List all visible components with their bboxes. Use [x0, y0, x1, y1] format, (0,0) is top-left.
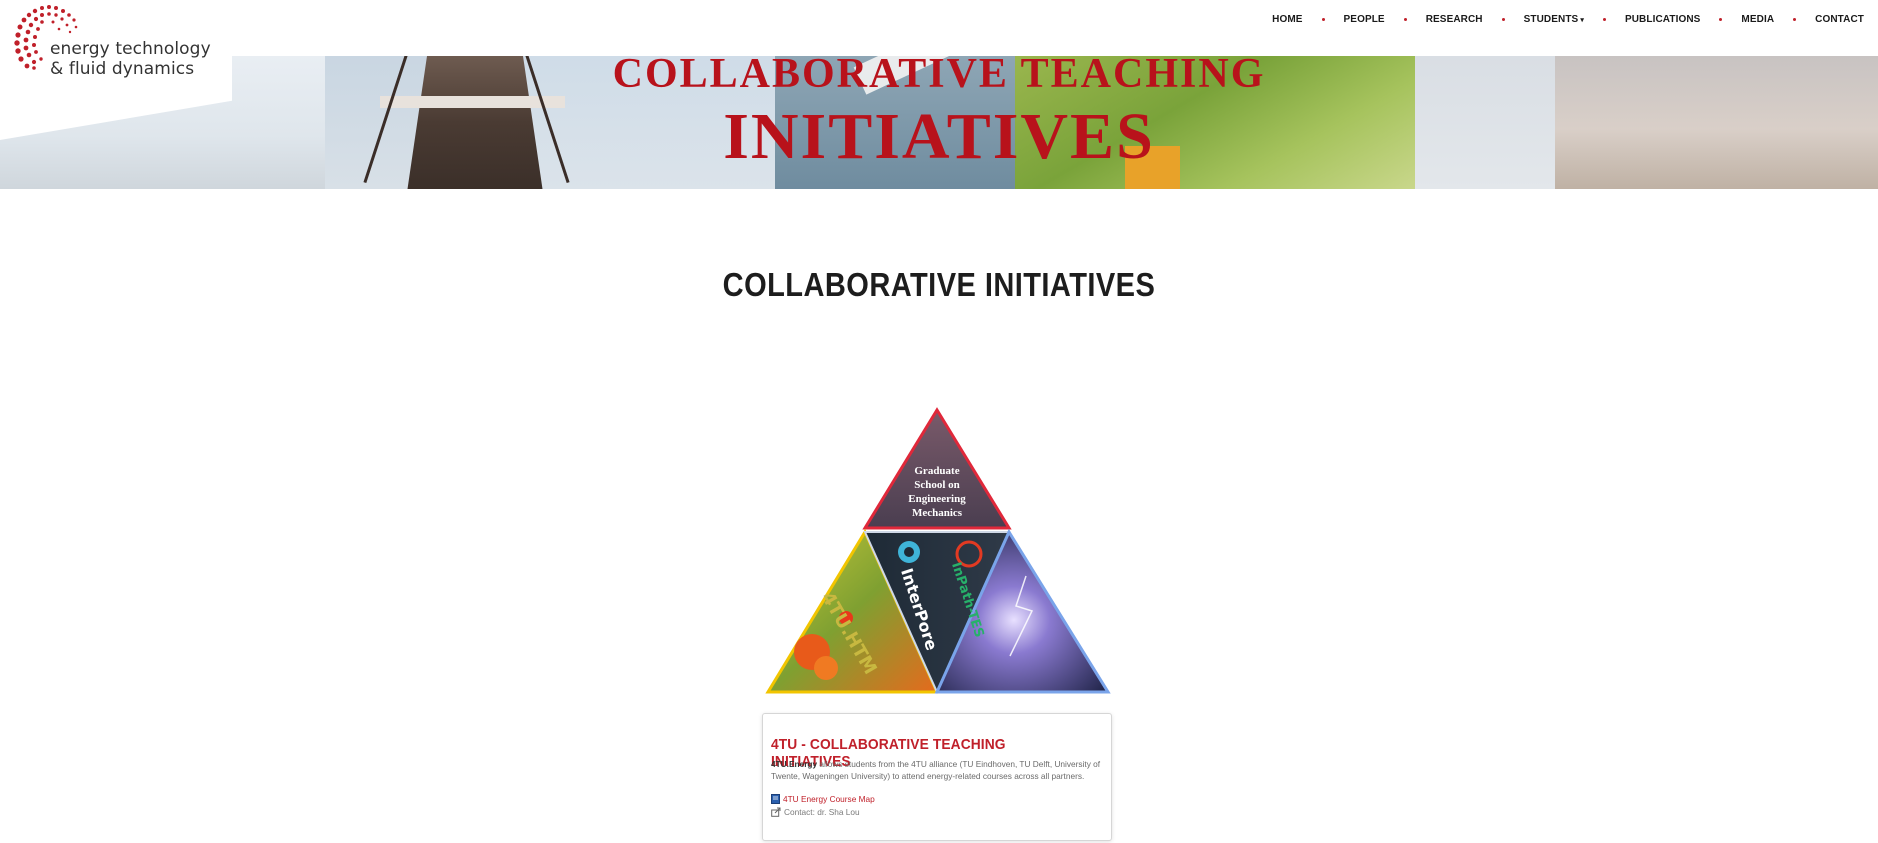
initiative-card: 4TU - COLLABORATIVE TEACHING INITIATIVES… — [762, 713, 1112, 841]
card-description-text: allows students from the 4TU alliance (T… — [771, 759, 1101, 781]
nav-research[interactable]: RESEARCH — [1424, 14, 1485, 25]
chevron-down-icon: ▾ — [1580, 16, 1584, 24]
interpore-logo-center — [904, 547, 914, 557]
nav-separator — [1719, 18, 1723, 21]
nav-media[interactable]: MEDIA — [1739, 14, 1776, 25]
card-contact-text: Contact: dr. Sha Lou — [784, 807, 860, 817]
book-icon — [771, 794, 780, 804]
nav-students[interactable]: STUDENTS ▾ — [1522, 14, 1586, 25]
triangle-top-label-4: Mechanics — [912, 507, 963, 519]
site-header — [0, 0, 1878, 56]
initiatives-triangle-graphic[interactable]: Graduate School on Engineering Mechanics… — [764, 406, 1114, 696]
triangle-top-label-1: Graduate — [914, 465, 959, 477]
logo-line-2: & fluid dynamics — [50, 59, 195, 79]
course-map-link[interactable]: 4TU Energy Course Map — [771, 794, 875, 804]
hero-banner: COLLABORATIVE TEACHING INITIATIVES — [0, 56, 1878, 189]
nav-students-label: STUDENTS — [1523, 14, 1579, 25]
card-contact: Contact: dr. Sha Lou — [771, 807, 860, 817]
nav-separator — [1321, 18, 1325, 21]
nav-separator — [1501, 18, 1505, 21]
logo-line-1: energy technology — [50, 39, 211, 59]
nav-home[interactable]: HOME — [1270, 14, 1304, 25]
nav-separator — [1793, 18, 1797, 21]
hero-title-line-2: INITIATIVES — [723, 100, 1155, 173]
share-icon — [771, 807, 781, 817]
hero-title-line-1: COLLABORATIVE TEACHING — [612, 56, 1266, 97]
page-title: COLLABORATIVE INITIATIVES — [722, 266, 1156, 304]
nav-contact[interactable]: CONTACT — [1813, 14, 1866, 25]
nav-people[interactable]: PEOPLE — [1342, 14, 1387, 25]
triangle-top-label-3: Engineering — [908, 493, 966, 505]
card-description: 4TU.Energy allows students from the 4TU … — [771, 758, 1103, 782]
nav-separator — [1602, 18, 1606, 21]
main-nav: HOME PEOPLE RESEARCH STUDENTS ▾ PUBLICAT… — [1270, 14, 1866, 25]
triangle-top-label-2: School on — [914, 479, 960, 491]
nav-publications[interactable]: PUBLICATIONS — [1623, 14, 1702, 25]
logo-text: energy technology & fluid dynamics — [50, 39, 211, 79]
course-map-link-label: 4TU Energy Course Map — [783, 794, 875, 804]
flower-icon — [814, 656, 838, 680]
nav-separator — [1403, 18, 1407, 21]
card-description-bold: 4TU.Energy — [771, 759, 818, 769]
